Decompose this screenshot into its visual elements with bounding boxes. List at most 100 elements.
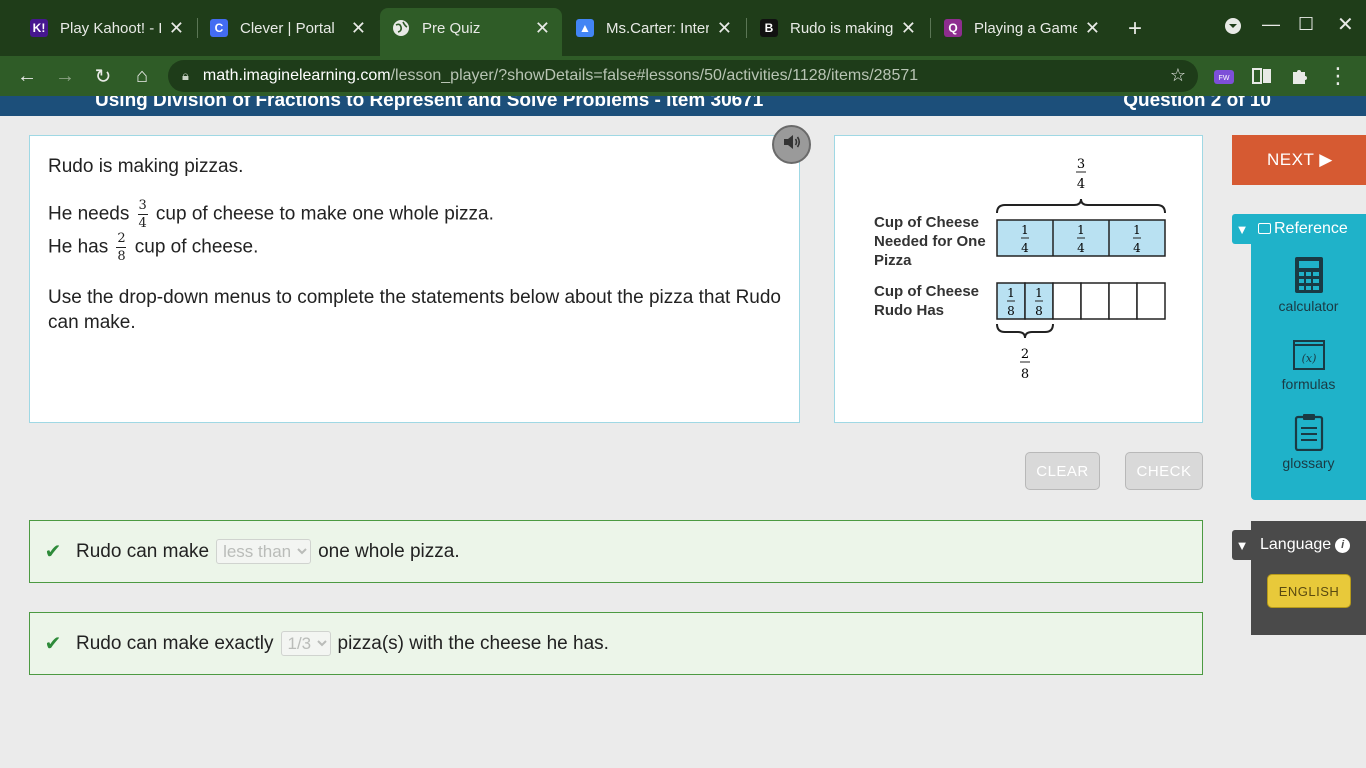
- empty-cell: [1052, 282, 1082, 320]
- tab-title: Play Kahoot! - En: [60, 19, 161, 37]
- row2-bar: 1 8 1 8: [996, 282, 1166, 320]
- checkmark-icon: ✔: [44, 633, 62, 655]
- glossary-label: glossary: [1282, 455, 1335, 471]
- tab-search-icon[interactable]: [1224, 17, 1242, 40]
- close-icon[interactable]: ✕: [351, 18, 366, 39]
- comparison-dropdown[interactable]: less than: [216, 539, 312, 564]
- english-button[interactable]: ENGLISH: [1267, 574, 1351, 608]
- lesson-content: Rudo is making pizzas. He needs 34 cup o…: [0, 116, 1366, 768]
- prompt-text: He has: [48, 236, 109, 258]
- address-bar[interactable]: 🔒︎ math.imaginelearning.com/lesson_playe…: [168, 60, 1198, 92]
- close-icon[interactable]: ✕: [535, 18, 550, 39]
- cell-numerator: 1: [1077, 223, 1085, 237]
- tab-ms-carter[interactable]: ▲ Ms.Carter: Interv ✕: [564, 8, 744, 48]
- back-icon[interactable]: ←: [12, 61, 42, 91]
- diagram-panel: 3 4 Cup of Cheese Needed for One Pizza 1…: [834, 135, 1203, 423]
- row1-label-line3: Pizza: [874, 252, 912, 269]
- puzzle-icon[interactable]: [1285, 61, 1315, 91]
- tab-brainly[interactable]: B Rudo is making p ✕: [748, 8, 928, 48]
- language-label: Language: [1260, 536, 1332, 553]
- cell-denominator: 4: [1133, 241, 1141, 255]
- globe-icon: [392, 19, 410, 37]
- top-brace: [996, 198, 1166, 214]
- clear-button[interactable]: CLEAR: [1025, 452, 1100, 490]
- tab-title: Clever | Portal: [240, 19, 335, 37]
- row1-bar: 1 4 1 4 1 4: [996, 219, 1166, 257]
- reference-label: Reference: [1274, 220, 1348, 237]
- prompt-line-3: He has 2 8 cup of cheese.: [48, 232, 781, 263]
- formulas-label: formulas: [1281, 376, 1336, 392]
- fw-extension-icon[interactable]: FW: [1209, 61, 1239, 91]
- brainly-icon: B: [760, 19, 778, 37]
- fraction-numerator: 3: [138, 197, 147, 213]
- close-icon[interactable]: ✕: [169, 18, 184, 39]
- brace-denominator: 8: [1021, 367, 1029, 382]
- language-collapse-icon[interactable]: ▼: [1232, 530, 1252, 560]
- prompt-text: cup of cheese.: [134, 236, 259, 258]
- kahoot-icon: K!: [30, 19, 48, 37]
- fraction: 34: [137, 197, 148, 231]
- next-button[interactable]: NEXT ▶: [1232, 135, 1366, 185]
- maximize-icon[interactable]: ☐: [1298, 14, 1314, 35]
- close-icon[interactable]: ✕: [1085, 18, 1100, 39]
- close-icon[interactable]: ✕: [717, 18, 732, 39]
- row2-label-line2: Rudo Has: [874, 302, 944, 319]
- reference-collapse-icon[interactable]: ▼: [1232, 214, 1252, 244]
- new-tab-icon[interactable]: +: [1128, 15, 1142, 43]
- close-window-icon[interactable]: ✕: [1337, 12, 1354, 37]
- classroom-icon: ▲: [576, 19, 594, 37]
- question-counter: Question 2 of 10: [1123, 96, 1271, 111]
- calculator-icon: [1293, 256, 1325, 294]
- reload-icon[interactable]: ↻: [88, 61, 118, 91]
- url-host: math.imaginelearning.com: [202, 67, 391, 84]
- close-icon[interactable]: ✕: [901, 18, 916, 39]
- empty-cell: [1080, 282, 1110, 320]
- lesson-header: Using Division of Fractions to Represent…: [0, 96, 1366, 116]
- calculator-tool[interactable]: calculator: [1251, 256, 1366, 314]
- quizizz-icon: Q: [944, 19, 962, 37]
- checkmark-icon: ✔: [44, 541, 62, 563]
- tab-clever[interactable]: C Clever | Portal ✕: [198, 8, 378, 48]
- reference-header[interactable]: Reference: [1258, 220, 1348, 238]
- browser-tab-bar: K! Play Kahoot! - En ✕ C Clever | Portal…: [0, 0, 1366, 56]
- row1-label-line1: Cup of Cheese: [874, 214, 979, 231]
- answer-statement-2: ✔ Rudo can make exactly 1/3 pizza(s) wit…: [29, 612, 1203, 675]
- tab-title: Playing a Game: [974, 19, 1077, 37]
- fraction-bar-diagram: 3 4 Cup of Cheese Needed for One Pizza 1…: [874, 157, 1166, 382]
- svg-text:(x): (x): [1301, 352, 1316, 365]
- info-icon[interactable]: i: [1335, 537, 1351, 553]
- tab-quizizz[interactable]: Q Playing a Game ✕: [932, 8, 1112, 48]
- tab-pre-quiz[interactable]: Pre Quiz ✕: [380, 8, 562, 56]
- glossary-tool[interactable]: glossary: [1251, 413, 1366, 471]
- fraction-numerator: 2: [117, 230, 126, 246]
- browser-toolbar: ← → ↻ ⌂ 🔒︎ math.imaginelearning.com/less…: [0, 56, 1366, 96]
- reader-icon[interactable]: [1247, 61, 1277, 91]
- speaker-icon: [782, 133, 802, 156]
- audio-button[interactable]: [772, 125, 811, 164]
- menu-icon[interactable]: ⋮: [1323, 61, 1353, 91]
- cell-denominator: 4: [1077, 241, 1085, 255]
- statement-text: Rudo can make exactly: [76, 632, 274, 654]
- check-button[interactable]: CHECK: [1125, 452, 1203, 490]
- statement-text: pizza(s) with the cheese he has.: [337, 632, 609, 654]
- amount-dropdown[interactable]: 1/3: [280, 631, 331, 656]
- forward-icon[interactable]: →: [50, 61, 80, 91]
- tab-title: Rudo is making p: [790, 19, 893, 37]
- calculator-label: calculator: [1278, 298, 1339, 314]
- brace-denominator: 4: [1077, 177, 1085, 192]
- minimize-icon[interactable]: —: [1262, 14, 1280, 35]
- home-icon[interactable]: ⌂: [127, 61, 157, 91]
- fraction-denominator: 4: [138, 215, 147, 231]
- prompt-line-1: Rudo is making pizzas.: [48, 156, 244, 177]
- cell-numerator: 1: [1133, 223, 1141, 237]
- formulas-tool[interactable]: (x) formulas: [1251, 340, 1366, 392]
- prompt-line-2: He needs 34 cup of cheese to make one wh…: [48, 199, 781, 230]
- bookmark-star-icon[interactable]: ☆: [1170, 65, 1186, 86]
- language-header[interactable]: Language i: [1260, 536, 1351, 554]
- lock-icon[interactable]: 🔒︎: [182, 68, 189, 84]
- fraction-denominator: 8: [117, 248, 126, 264]
- prompt-instructions: Use the drop-down menus to complete the …: [48, 286, 781, 334]
- tab-kahoot[interactable]: K! Play Kahoot! - En ✕: [18, 8, 196, 48]
- cell-denominator: 4: [1021, 241, 1029, 255]
- cell-numerator: 1: [1021, 223, 1029, 237]
